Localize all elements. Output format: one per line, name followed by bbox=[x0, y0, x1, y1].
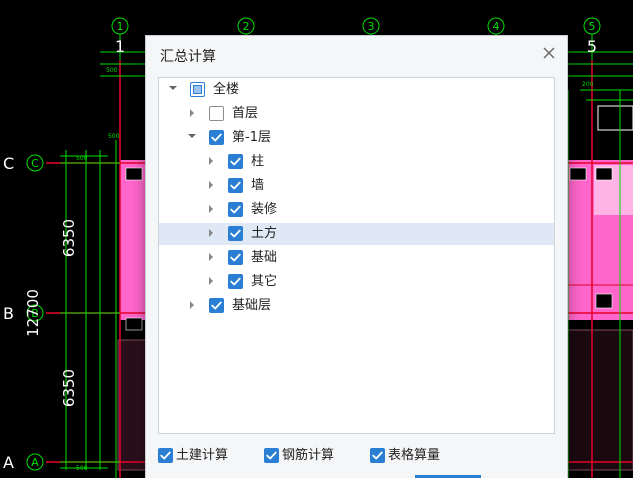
column-block-1 bbox=[125, 167, 143, 181]
calc-option-checkbox[interactable] bbox=[264, 448, 279, 463]
tree-item[interactable]: 其它 bbox=[159, 271, 554, 293]
calc-option-label: 土建计算 bbox=[176, 448, 229, 463]
expand-arrow-icon[interactable] bbox=[186, 295, 198, 317]
tree-item-label: 墙 bbox=[251, 178, 265, 193]
column-block-3 bbox=[569, 167, 587, 181]
tree-item-checkbox[interactable] bbox=[228, 154, 243, 169]
axis-bubble-left-a: A A bbox=[3, 453, 44, 472]
tree-item[interactable]: 土方 bbox=[159, 223, 554, 245]
svg-text:C: C bbox=[3, 154, 14, 173]
axis-bubble-top-5: 5 bbox=[583, 17, 601, 35]
axis-bubble-top-1: 1 bbox=[111, 17, 129, 35]
calc-option-checkbox[interactable] bbox=[370, 448, 385, 463]
tree-item[interactable]: 柱 bbox=[159, 151, 554, 173]
calc-options: 土建计算 钢筋计算 表格算量 bbox=[158, 445, 558, 467]
collapse-arrow-icon[interactable] bbox=[186, 127, 198, 149]
calc-option-label: 表格算量 bbox=[388, 448, 441, 463]
column-block-6 bbox=[597, 105, 633, 131]
tree-item-label: 全楼 bbox=[213, 82, 240, 97]
expand-arrow-icon[interactable] bbox=[205, 223, 217, 245]
tree-item-label: 基础层 bbox=[232, 298, 272, 313]
axis-bubble-top-3: 3 bbox=[362, 17, 380, 35]
expand-arrow-icon[interactable] bbox=[205, 247, 217, 269]
tree-item-label: 柱 bbox=[251, 154, 265, 169]
dim-lower: 6350 bbox=[60, 369, 78, 407]
tree-item-checkbox[interactable] bbox=[209, 130, 224, 145]
close-icon[interactable] bbox=[541, 45, 557, 61]
svg-text:B: B bbox=[3, 304, 14, 323]
tree-item[interactable]: 装修 bbox=[159, 199, 554, 221]
svg-text:200: 200 bbox=[582, 81, 594, 88]
tree-item-checkbox[interactable] bbox=[190, 82, 205, 97]
svg-text:2: 2 bbox=[243, 20, 250, 33]
svg-text:A: A bbox=[3, 453, 14, 472]
tree-item[interactable]: 墙 bbox=[159, 175, 554, 197]
svg-text:1: 1 bbox=[117, 20, 124, 33]
tree-item[interactable]: 基础层 bbox=[159, 295, 554, 317]
tree-item-checkbox[interactable] bbox=[228, 178, 243, 193]
tree-item[interactable]: 全楼 bbox=[159, 79, 554, 101]
axis-bubble-top-4: 4 bbox=[487, 17, 505, 35]
svg-text:C: C bbox=[31, 157, 39, 170]
tree-item-checkbox[interactable] bbox=[209, 298, 224, 313]
tree-item-checkbox[interactable] bbox=[209, 106, 224, 121]
column-block-5 bbox=[595, 293, 613, 309]
tree-item[interactable]: 第-1层 bbox=[159, 127, 554, 149]
svg-text:3: 3 bbox=[368, 20, 375, 33]
svg-text:A: A bbox=[31, 456, 39, 469]
tree-item-checkbox[interactable] bbox=[228, 202, 243, 217]
svg-text:5: 5 bbox=[589, 20, 596, 33]
calc-option-checkbox[interactable] bbox=[158, 448, 173, 463]
calc-option-label: 钢筋计算 bbox=[282, 448, 335, 463]
dim-upper: 6350 bbox=[60, 219, 78, 257]
collapse-arrow-icon[interactable] bbox=[167, 79, 179, 101]
tree-item-label: 土方 bbox=[251, 226, 278, 241]
svg-text:4: 4 bbox=[493, 20, 500, 33]
tree-item-label: 装修 bbox=[251, 202, 278, 217]
tree-item[interactable]: 基础 bbox=[159, 247, 554, 269]
tree-item-label: 其它 bbox=[251, 274, 278, 289]
tree-item-label: 第-1层 bbox=[232, 130, 271, 145]
column-block-2 bbox=[125, 317, 143, 331]
svg-text:500: 500 bbox=[108, 133, 120, 140]
tree-item-label: 基础 bbox=[251, 250, 278, 265]
svg-text:500: 500 bbox=[76, 465, 88, 472]
expand-arrow-icon[interactable] bbox=[205, 271, 217, 293]
tree-item-checkbox[interactable] bbox=[228, 274, 243, 289]
dim-total: 12700 bbox=[24, 289, 42, 337]
axis-label-large-1: 1 bbox=[115, 37, 125, 56]
hatch-lower-right bbox=[565, 329, 633, 471]
dialog-title: 汇总计算 bbox=[160, 49, 216, 65]
summary-calc-dialog: 汇总计算 全楼首层第-1层柱墙装修土方基础其它基础层 土建计算 钢筋计算 表格算量 bbox=[146, 36, 567, 478]
svg-text:500: 500 bbox=[106, 67, 118, 74]
floor-tree: 全楼首层第-1层柱墙装修土方基础其它基础层 bbox=[158, 77, 555, 434]
tree-item-checkbox[interactable] bbox=[228, 226, 243, 241]
tree-item-checkbox[interactable] bbox=[228, 250, 243, 265]
expand-arrow-icon[interactable] bbox=[205, 175, 217, 197]
svg-text:500: 500 bbox=[76, 155, 88, 162]
expand-arrow-icon[interactable] bbox=[205, 151, 217, 173]
tree-item-label: 首层 bbox=[232, 106, 259, 121]
axis-bubble-left-c: C C bbox=[3, 154, 44, 173]
axis-label-large-5: 5 bbox=[587, 37, 597, 56]
axis-bubble-top-2: 2 bbox=[237, 17, 255, 35]
expand-arrow-icon[interactable] bbox=[186, 103, 198, 125]
column-block-4 bbox=[595, 167, 613, 181]
hatch-lower-left bbox=[117, 339, 147, 471]
tree-item[interactable]: 首层 bbox=[159, 103, 554, 125]
expand-arrow-icon[interactable] bbox=[205, 199, 217, 221]
